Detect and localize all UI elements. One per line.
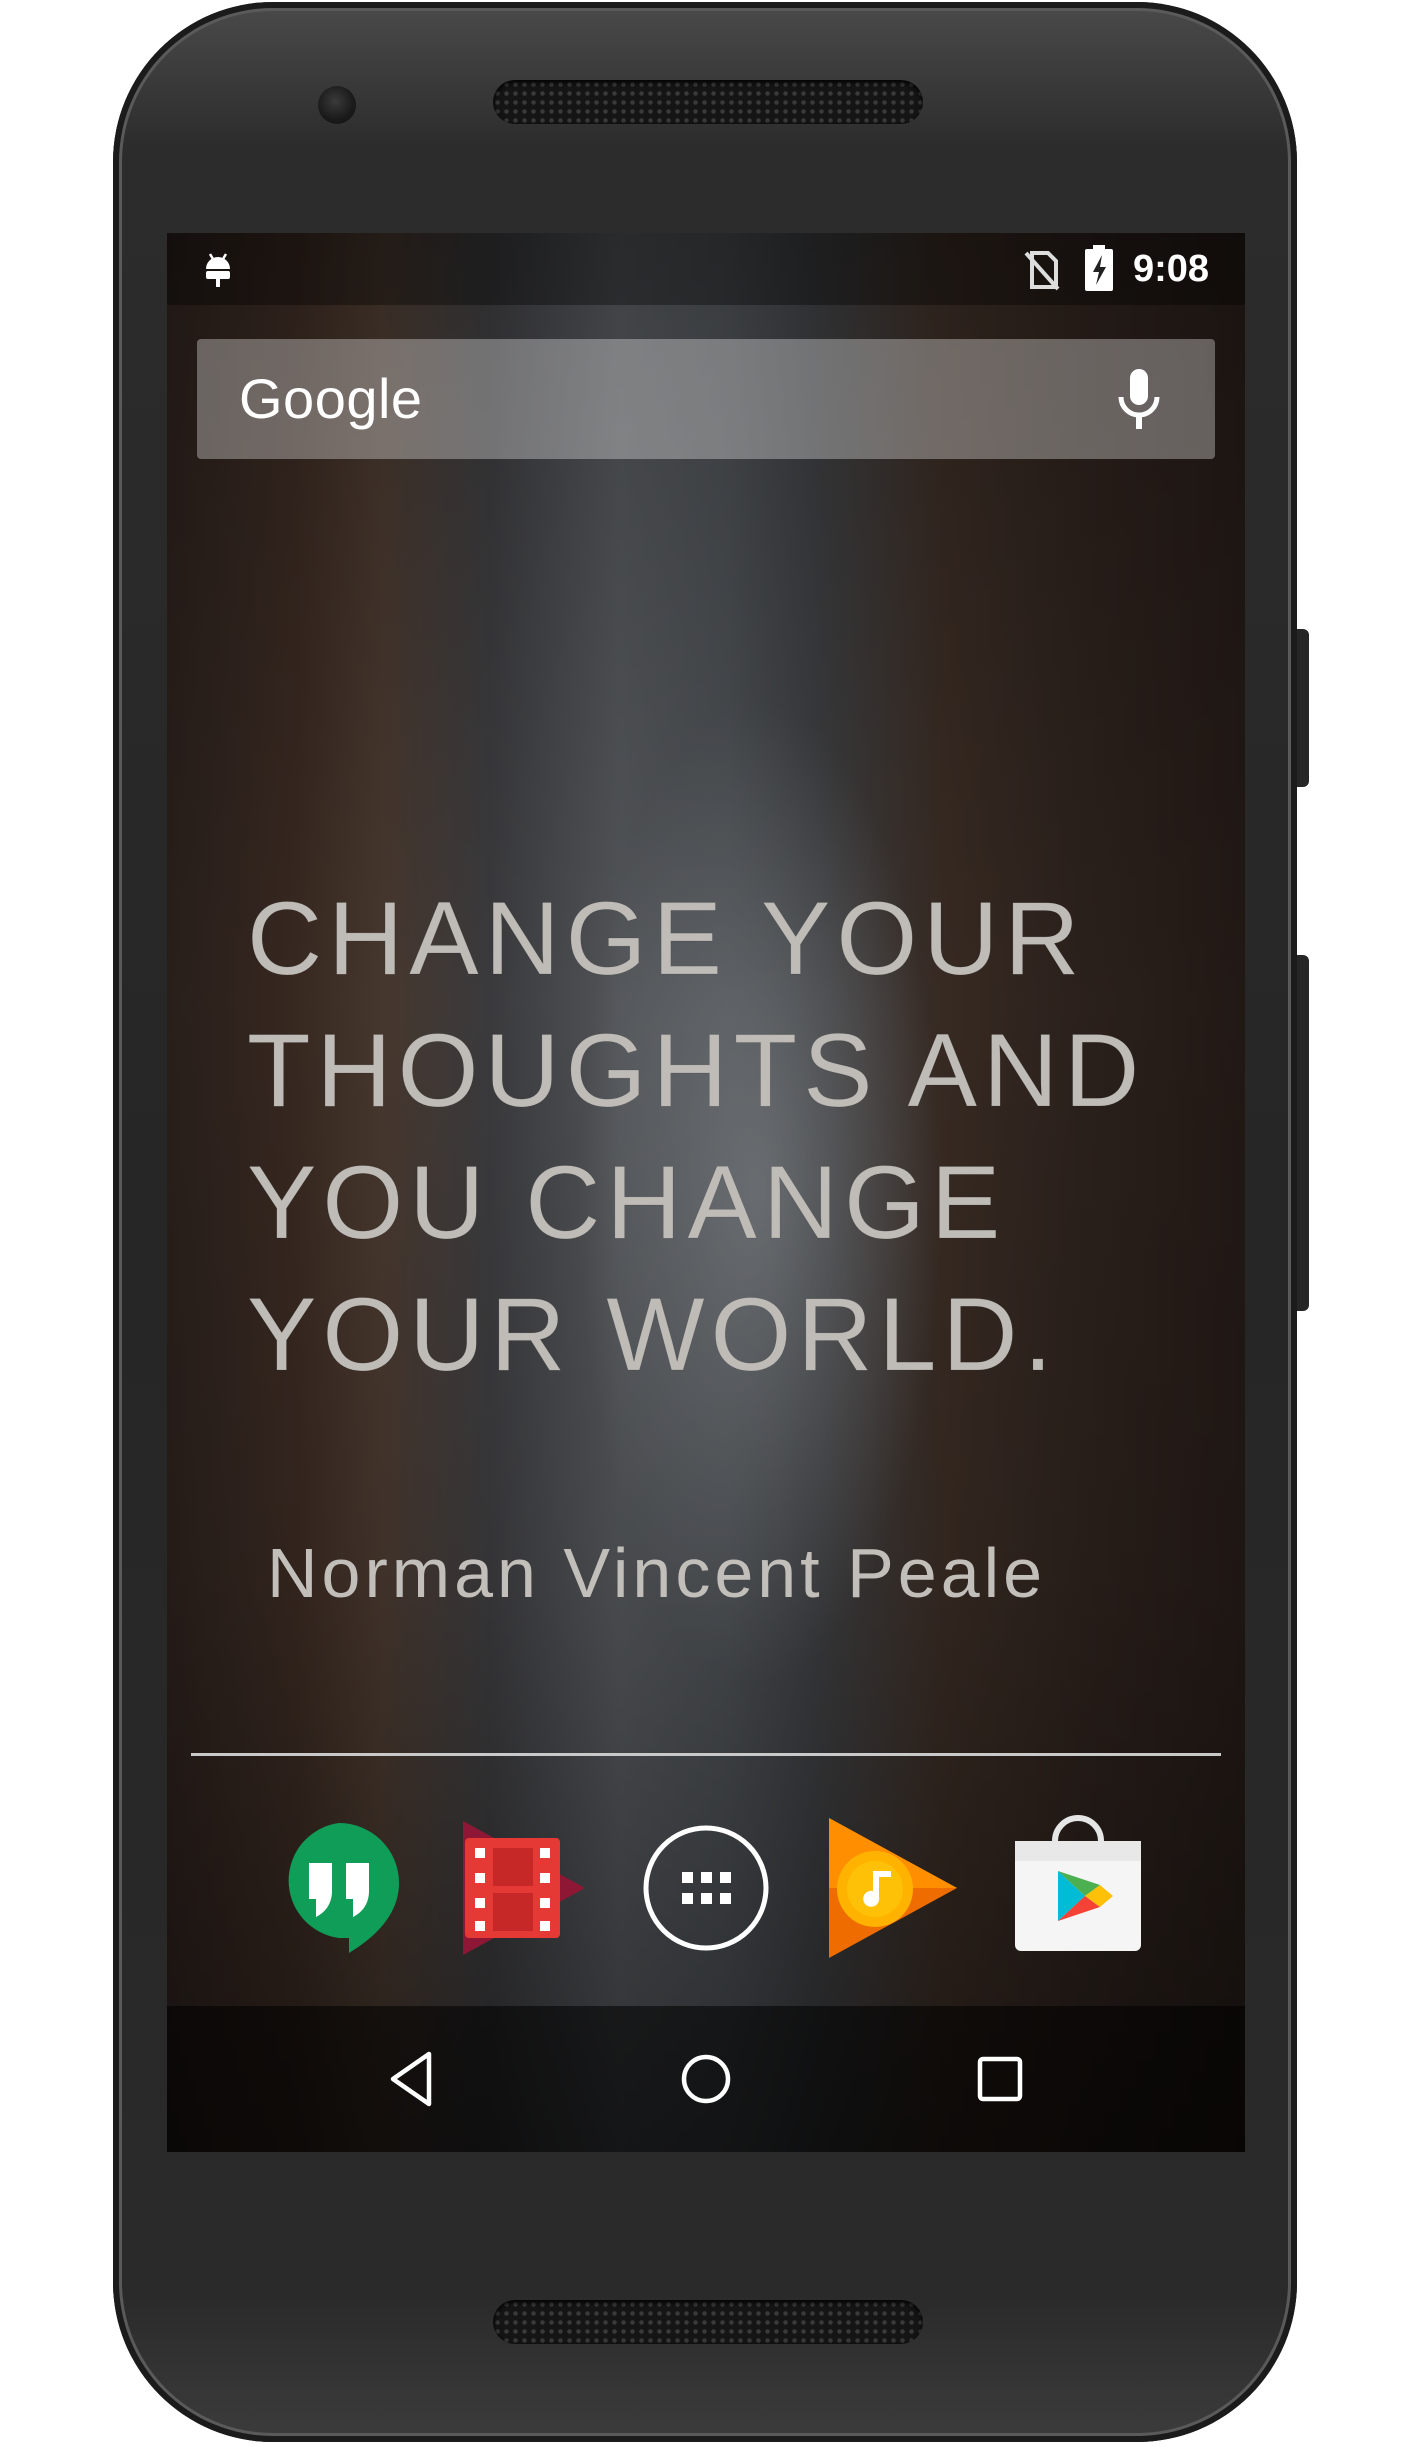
quote-text: CHANGE YOUR THOUGHTS AND YOU CHANGE YOUR… [247,881,1146,1394]
hangouts-icon[interactable] [264,1813,414,1963]
app-drawer-icon[interactable] [631,1813,781,1963]
app-dock [167,1813,1245,1963]
quote-author: Norman Vincent Peale [267,1534,1047,1612]
home-icon[interactable] [671,2044,741,2114]
google-logo: Google [239,367,423,430]
recents-icon[interactable] [965,2044,1035,2114]
dock-divider [191,1753,1221,1756]
back-icon[interactable] [377,2044,447,2114]
android-debug-icon [206,253,230,287]
top-speaker [493,80,923,124]
bottom-speaker [493,2300,923,2344]
home-screen: 9:08 Google CHANGE YOUR THOUGHTS AND YOU… [167,233,1245,2152]
play-music-icon[interactable] [817,1813,967,1963]
navigation-bar [167,2006,1245,2152]
front-camera [318,86,356,124]
volume-button [1297,955,1309,1311]
play-movies-icon[interactable] [445,1813,595,1963]
no-sim-icon [1024,251,1060,291]
battery-charging-icon [1085,245,1113,291]
status-time: 9:08 [1133,248,1210,290]
play-store-icon[interactable] [1003,1813,1153,1963]
microphone-icon[interactable] [1115,367,1163,431]
google-search-bar[interactable]: Google [197,339,1215,459]
power-button [1297,629,1309,787]
status-bar: 9:08 [167,233,1245,305]
